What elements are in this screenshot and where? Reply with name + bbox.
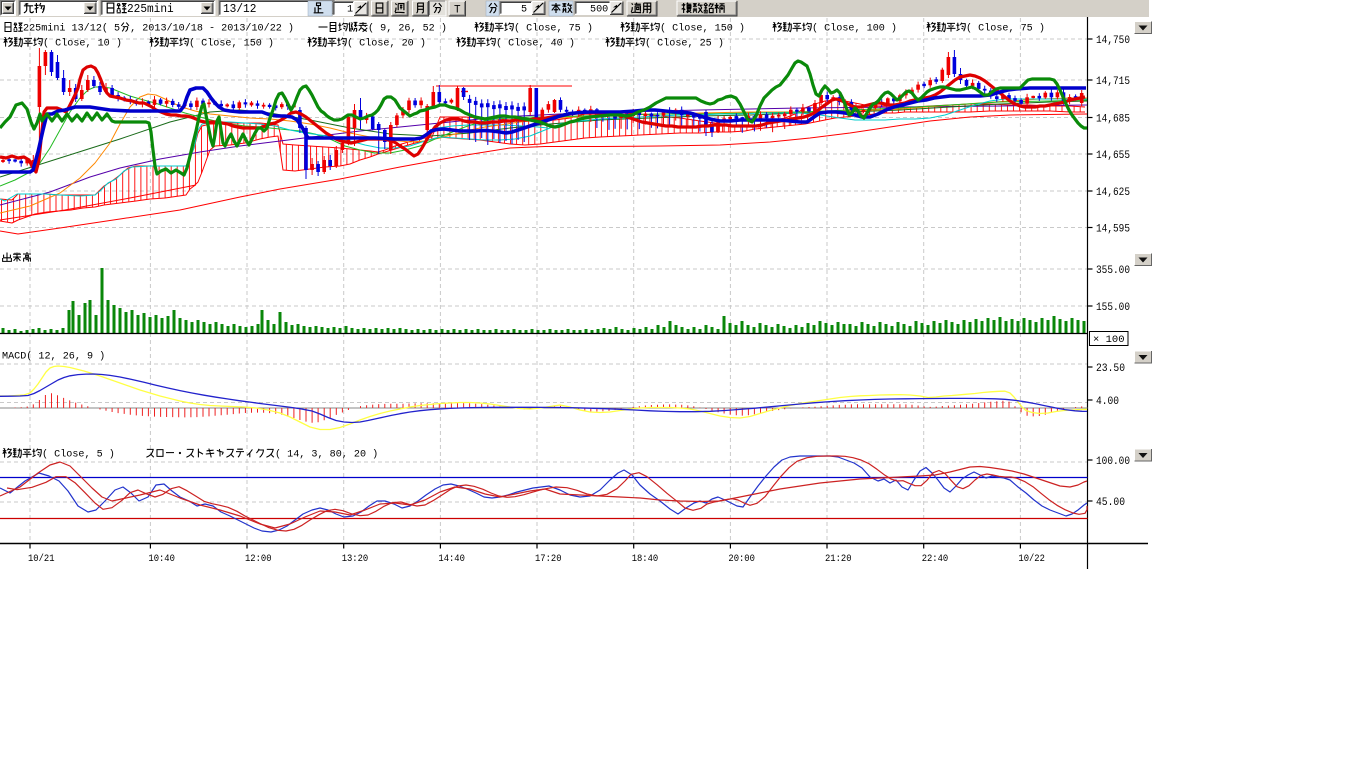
svg-text:( Close, 20 ): ( Close, 20 ): [347, 38, 426, 50]
svg-text:14,715: 14,715: [1096, 76, 1130, 88]
svg-text:( Close, 75 ): ( Close, 75 ): [966, 23, 1045, 35]
svg-text:14,595: 14,595: [1096, 224, 1130, 236]
svg-text:10/22: 10/22: [1018, 553, 1045, 565]
svg-text:45.00: 45.00: [1096, 497, 1125, 509]
svg-text:14,655: 14,655: [1096, 150, 1130, 162]
svg-text:14,625: 14,625: [1096, 187, 1130, 199]
svg-text:( Close, 25 ): ( Close, 25 ): [645, 38, 724, 50]
svg-text:( Close, 40 ): ( Close, 40 ): [496, 38, 575, 50]
svg-text:13/12: 13/12: [223, 3, 256, 16]
svg-text:21:20: 21:20: [825, 553, 852, 565]
svg-text:( Close, 100 ): ( Close, 100 ): [812, 23, 897, 35]
svg-text:1: 1: [347, 4, 353, 16]
svg-text:100.00: 100.00: [1096, 456, 1130, 468]
svg-text:20:00: 20:00: [728, 553, 755, 565]
svg-text:( Close, 150 ): ( Close, 150 ): [660, 23, 745, 35]
svg-text:( 14, 3, 80, 20 ): ( 14, 3, 80, 20 ): [275, 449, 378, 461]
svg-text:14:40: 14:40: [438, 553, 465, 565]
svg-text:( Close, 10 ): ( Close, 10 ): [43, 38, 122, 50]
svg-text:500: 500: [590, 4, 608, 16]
svg-text:18:40: 18:40: [632, 553, 659, 565]
svg-text:23.50: 23.50: [1096, 363, 1125, 375]
svg-text:( Close, 150 ): ( Close, 150 ): [189, 38, 274, 50]
svg-text:, 2013/10/18 - 2013/10/22 ): , 2013/10/18 - 2013/10/22 ): [130, 23, 294, 35]
svg-text:( 9, 26, 52 ): ( 9, 26, 52 ): [368, 23, 447, 35]
svg-text:( Close, 5 ): ( Close, 5 ): [42, 449, 115, 461]
svg-text:12:00: 12:00: [245, 553, 272, 565]
svg-text:225mini 13/12( 5: 225mini 13/12( 5: [23, 23, 120, 35]
svg-text:355.00: 355.00: [1096, 265, 1130, 277]
svg-text:13:20: 13:20: [342, 553, 369, 565]
svg-text:14,685: 14,685: [1096, 114, 1130, 126]
svg-text:225mini: 225mini: [127, 3, 174, 16]
svg-text:5: 5: [521, 4, 527, 16]
svg-text:14,750: 14,750: [1096, 35, 1130, 47]
svg-text:155.00: 155.00: [1096, 302, 1130, 314]
svg-text:10:40: 10:40: [148, 553, 175, 565]
svg-text:22:40: 22:40: [922, 553, 949, 565]
svg-text:4.00: 4.00: [1096, 396, 1119, 408]
svg-text:T: T: [454, 5, 461, 17]
svg-text:× 100: × 100: [1093, 334, 1125, 346]
svg-text:( Close, 75 ): ( Close, 75 ): [514, 23, 593, 35]
svg-text:MACD( 12, 26, 9 ): MACD( 12, 26, 9 ): [2, 351, 105, 363]
svg-text:10/21: 10/21: [28, 553, 55, 565]
svg-text:17:20: 17:20: [535, 553, 562, 565]
